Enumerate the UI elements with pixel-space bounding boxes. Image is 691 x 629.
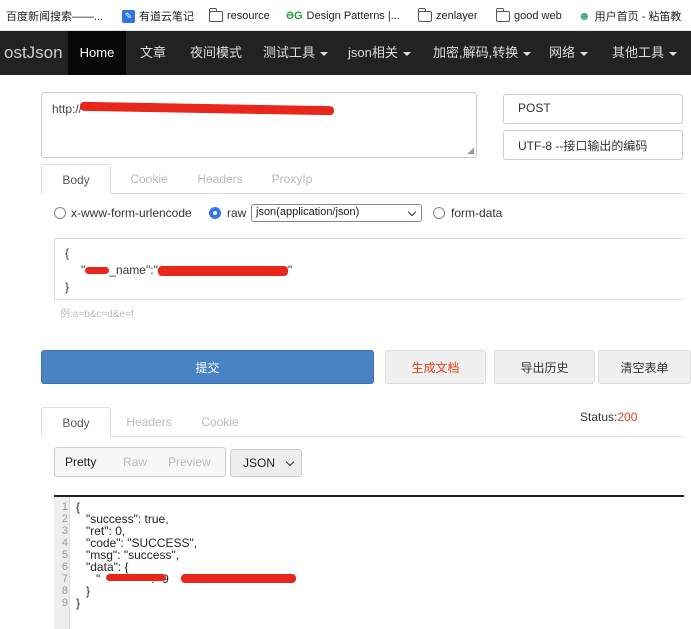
line-number: 1 (61, 501, 68, 513)
resp-tab-headers[interactable]: Headers (119, 407, 179, 437)
bookmark-youdao[interactable]: ✎ 有道云笔记 (122, 8, 194, 24)
clear-form-button[interactable]: 清空表单 (598, 350, 691, 384)
tab-body[interactable]: Body (41, 164, 111, 194)
submit-button[interactable]: 提交 (41, 350, 374, 384)
youdao-icon: ✎ (122, 9, 135, 23)
body-line: " _name":" " (81, 263, 293, 277)
navbar: ostJson Home 文章 夜间模式 测试工具 json相关 加密,解码,转… (0, 31, 691, 75)
nav-night-mode[interactable]: 夜间模式 (190, 31, 242, 75)
request-body-editor[interactable]: { " _name":" " } (54, 238, 684, 300)
folder-icon (417, 7, 432, 22)
bookmarks-bar: 百度新闻搜索——... ✎ 有道云笔记 resource ƏG Design Pat… (0, 0, 691, 31)
view-raw-button[interactable]: Raw (123, 448, 147, 476)
encoding-select[interactable]: UTF-8 --接口输出的编码 (503, 130, 683, 160)
data-key-redaction (106, 574, 166, 581)
value-redaction (157, 265, 288, 276)
key-redaction (85, 267, 110, 275)
line-number: 3 (61, 525, 68, 537)
radio-form-data-label[interactable]: form-data (451, 206, 502, 220)
line-number: 6 (61, 561, 68, 573)
radio-urlencode-label[interactable]: x-www-form-urlencode (71, 206, 192, 220)
nav-test-tools[interactable]: 测试工具 (263, 31, 329, 75)
nav-articles[interactable]: 文章 (140, 31, 166, 75)
line-number: 9 (61, 597, 68, 609)
tab-proxyip[interactable]: ProxyIp (261, 164, 323, 194)
export-history-button[interactable]: 导出历史 (494, 350, 595, 384)
view-preview-button[interactable]: Preview (168, 448, 211, 476)
caret-down-icon (580, 51, 589, 56)
line-number: 4 (61, 537, 68, 549)
code-line: } (76, 596, 81, 610)
request-tabs: Body Cookie Headers ProxyIp (41, 164, 684, 194)
caret-down-icon (669, 51, 678, 56)
radio-urlencode[interactable] (54, 207, 66, 219)
line-number: 8 (61, 585, 68, 597)
line-number: 7 (61, 573, 68, 585)
tab-headers[interactable]: Headers (187, 164, 253, 194)
view-mode-group: Pretty Raw Preview (54, 447, 226, 477)
nav-home[interactable]: Home (68, 31, 126, 75)
tab-cookie[interactable]: Cookie (119, 164, 179, 194)
resp-tab-cookie[interactable]: Cookie (191, 407, 249, 437)
response-code-view[interactable]: 1{2 "success": true, 3 "ret": 0, 4 "code":… (54, 495, 684, 629)
bookmark-good-web[interactable]: good web (495, 7, 562, 24)
nav-json[interactable]: json相关 (348, 31, 411, 75)
nav-other-tools[interactable]: 其他工具 (612, 31, 678, 75)
caret-down-icon (523, 51, 532, 56)
resp-tab-body[interactable]: Body (41, 407, 111, 437)
folder-icon (208, 7, 223, 22)
nav-encrypt[interactable]: 加密,解码,转换 (433, 31, 532, 75)
view-pretty-button[interactable]: Pretty (65, 448, 96, 476)
bookmark-zenlayer[interactable]: zenlayer (417, 7, 478, 24)
status-code: 200 (617, 410, 638, 424)
caret-down-icon (402, 51, 411, 56)
data-value-redaction (181, 574, 296, 583)
brand-logo[interactable]: ostJson (0, 31, 63, 75)
content-type-select[interactable]: json(application/json) (251, 204, 422, 222)
dg-icon: ƏG (286, 10, 303, 22)
folder-icon (495, 7, 510, 22)
format-select[interactable]: JSON (230, 449, 302, 477)
bookmark-user-home[interactable]: ☻ 用户首页 - 粘笛教 (578, 8, 681, 24)
radio-raw[interactable] (209, 207, 221, 219)
bookmark-baidu-news[interactable]: 百度新闻搜索——... (6, 8, 103, 24)
user-icon: ☻ (578, 9, 591, 23)
radio-raw-label[interactable]: raw (227, 206, 246, 220)
body-open-brace: { (65, 246, 70, 260)
generate-docs-button[interactable]: 生成文档 (385, 350, 486, 384)
resize-handle-icon[interactable]: ◢ (467, 145, 474, 156)
line-number: 2 (61, 513, 68, 525)
line-number: 5 (61, 549, 68, 561)
body-hint: 例:a=b&c=d&e=f (60, 309, 134, 320)
nav-network[interactable]: 网络 (549, 31, 589, 75)
bookmark-resource[interactable]: resource (208, 7, 270, 24)
method-select[interactable]: POST (503, 94, 683, 124)
status-display: Status:200 (580, 410, 638, 424)
bookmark-design-patterns[interactable]: ƏG Design Patterns |... (286, 8, 400, 24)
body-close-brace: } (65, 280, 70, 294)
radio-form-data[interactable] (433, 207, 445, 219)
caret-down-icon (320, 51, 329, 56)
